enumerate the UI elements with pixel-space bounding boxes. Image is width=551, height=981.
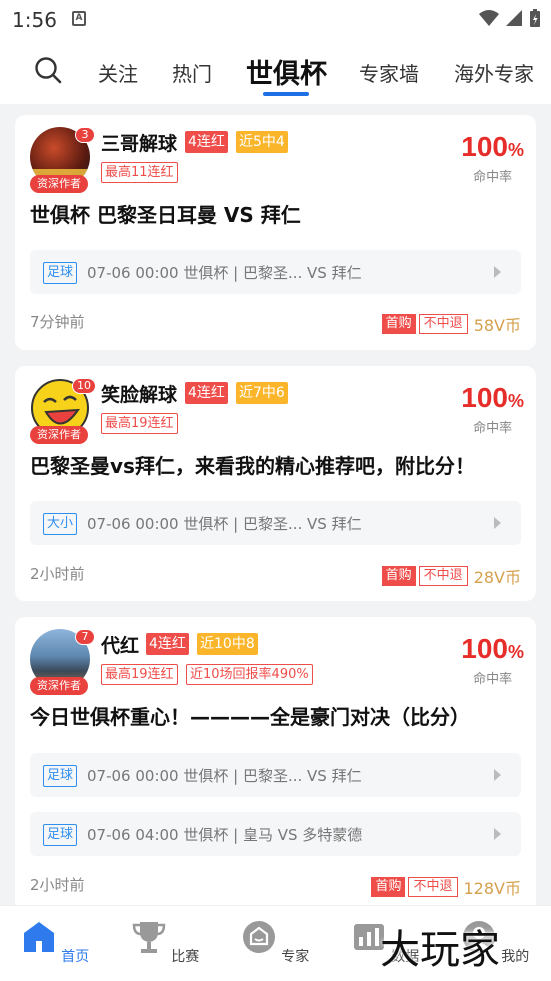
match-row[interactable]: 大小 07-06 00:00 世俱杯 | 巴黎圣... VS 拜仁 <box>30 501 521 545</box>
hit-rate-label: 命中率 <box>473 170 513 185</box>
recent-record-tag: 近10中8 <box>197 633 258 655</box>
best-streak-tag: 最高19连红 <box>101 413 178 434</box>
recent-record-tag: 近7中6 <box>236 382 288 404</box>
price-info: 首购 不中退 28V币 <box>381 564 521 588</box>
home-icon <box>23 922 54 952</box>
wifi-icon <box>479 10 499 26</box>
match-row[interactable]: 足球 07-06 00:00 世俱杯 | 巴黎圣... VS 拜仁 <box>30 753 521 797</box>
hit-rate-value: 100% <box>461 131 524 162</box>
first-purchase-tag: 首购 <box>381 566 416 586</box>
match-info: 07-06 00:00 世俱杯 | 巴黎圣... VS 拜仁 <box>87 767 362 785</box>
best-streak-tag: 最高11连红 <box>101 162 178 183</box>
first-purchase-tag: 首购 <box>381 314 416 334</box>
message-count-badge: 7 <box>75 629 95 645</box>
recent-record-tag: 近5中4 <box>236 131 288 153</box>
recommendation-title[interactable]: 今日世俱杯重心！————全是豪门对决（比分） <box>30 701 470 730</box>
battery-icon <box>530 9 540 27</box>
trophy-icon <box>132 922 166 953</box>
senior-author-badge: 资深作者 <box>30 175 88 193</box>
match-type-tag: 足球 <box>43 765 78 787</box>
hit-rate: 100% 命中率 <box>461 131 524 185</box>
streak-tag: 4连红 <box>146 633 189 655</box>
no-win-refund-tag: 不中退 <box>418 566 468 586</box>
match-type-tag: 大小 <box>43 513 78 535</box>
match-info: 07-06 00:00 世俱杯 | 巴黎圣... VS 拜仁 <box>87 515 362 533</box>
message-count-badge: 3 <box>75 127 95 143</box>
chevron-right-icon <box>494 266 501 278</box>
streak-tag: 4连红 <box>185 382 228 404</box>
nav-label: 我的 <box>501 949 530 965</box>
top-nav: 关注 热门 世俱杯 专家墙 海外专家 <box>0 38 551 104</box>
watermark: 大玩家 <box>380 927 500 973</box>
notification-icon: A <box>72 11 86 26</box>
tab-hot[interactable]: 热门 <box>172 58 212 87</box>
match-info: 07-06 00:00 世俱杯 | 巴黎圣... VS 拜仁 <box>87 264 362 282</box>
recommendation-title[interactable]: 世俱杯 巴黎圣日耳曼 VS 拜仁 <box>30 199 301 228</box>
active-tab-indicator <box>263 92 309 96</box>
expert-name[interactable]: 笑脸解球 <box>101 380 177 407</box>
nav-home[interactable]: 首页 <box>20 914 90 966</box>
price-value: 128V币 <box>463 879 522 898</box>
recommendation-card[interactable]: 3 资深作者 三哥解球 4连红 近5中4 最高11连红 100% 命中率 世俱杯… <box>15 115 536 350</box>
no-win-refund-tag: 不中退 <box>418 314 468 334</box>
hit-rate-value: 100% <box>461 382 524 413</box>
no-win-refund-tag: 不中退 <box>408 877 458 897</box>
price-value: 28V币 <box>473 568 521 587</box>
price-value: 58V币 <box>473 316 521 335</box>
hit-rate-label: 命中率 <box>473 672 513 687</box>
hit-rate: 100% 命中率 <box>461 633 524 687</box>
expert-icon <box>242 921 275 953</box>
price-info: 首购 不中退 128V币 <box>371 875 521 899</box>
streak-tag: 4连红 <box>185 131 228 153</box>
chevron-right-icon <box>494 517 501 529</box>
tab-club-world-cup[interactable]: 世俱杯 <box>246 52 327 91</box>
nav-label: 专家 <box>281 949 310 965</box>
first-purchase-tag: 首购 <box>371 877 406 897</box>
nav-label: 比赛 <box>171 949 200 965</box>
nav-label: 首页 <box>61 949 90 965</box>
search-icon[interactable] <box>34 56 62 84</box>
tab-follow[interactable]: 关注 <box>98 58 138 87</box>
time-ago: 2小时前 <box>30 876 85 894</box>
status-icons <box>479 8 541 28</box>
senior-author-badge: 资深作者 <box>30 677 88 695</box>
expert-name[interactable]: 代红 <box>101 631 139 658</box>
nav-matches[interactable]: 比赛 <box>130 914 200 966</box>
recommendation-title[interactable]: 巴黎圣曼vs拜仁，来看我的精心推荐吧，附比分！ <box>30 450 475 479</box>
match-type-tag: 足球 <box>43 824 78 846</box>
tab-overseas-experts[interactable]: 海外专家 <box>454 58 534 87</box>
best-streak-tag: 最高19连红 <box>101 664 178 685</box>
message-count-badge: 10 <box>72 378 96 394</box>
senior-author-badge: 资深作者 <box>30 426 88 444</box>
signal-icon <box>506 10 522 26</box>
chevron-right-icon <box>494 769 501 781</box>
status-time: 1:56 <box>12 8 57 32</box>
expert-name[interactable]: 三哥解球 <box>101 129 177 156</box>
match-info: 07-06 04:00 世俱杯 | 皇马 VS 多特蒙德 <box>87 826 363 844</box>
recommendation-card[interactable]: 7 资深作者 代红 4连红 近10中8 最高19连红 近10场回报率490% 1… <box>15 617 536 917</box>
hit-rate-value: 100% <box>461 633 524 664</box>
tab-expert-wall[interactable]: 专家墙 <box>359 58 419 87</box>
time-ago: 7分钟前 <box>30 313 85 331</box>
status-bar: 1:56 A <box>0 0 551 38</box>
nav-experts[interactable]: 专家 <box>240 914 310 966</box>
match-row[interactable]: 足球 07-06 04:00 世俱杯 | 皇马 VS 多特蒙德 <box>30 812 521 856</box>
chevron-right-icon <box>494 828 501 840</box>
return-rate-tag: 近10场回报率490% <box>186 664 313 685</box>
match-row[interactable]: 足球 07-06 00:00 世俱杯 | 巴黎圣... VS 拜仁 <box>30 250 521 294</box>
hit-rate-label: 命中率 <box>473 421 513 436</box>
hit-rate: 100% 命中率 <box>461 382 524 436</box>
match-type-tag: 足球 <box>43 262 78 284</box>
recommendation-card[interactable]: 10 资深作者 笑脸解球 4连红 近7中6 最高19连红 100% 命中率 巴黎… <box>15 366 536 601</box>
time-ago: 2小时前 <box>30 565 85 583</box>
price-info: 首购 不中退 58V币 <box>381 312 521 336</box>
